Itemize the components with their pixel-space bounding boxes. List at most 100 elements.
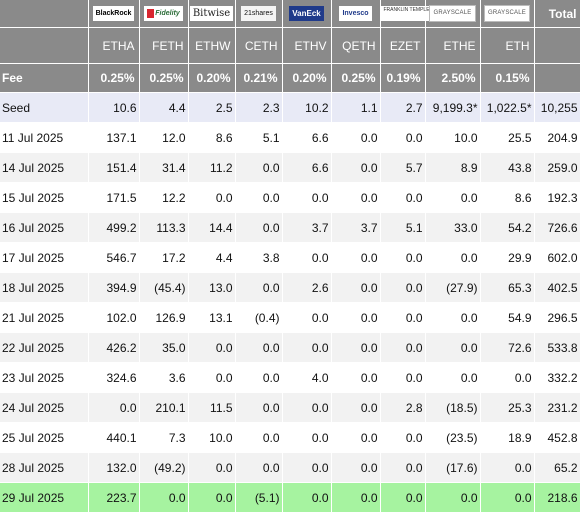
flow-cell: 0.0	[380, 182, 426, 213]
flow-cell: 0.0	[380, 302, 426, 333]
flow-cell: 1.1	[331, 92, 381, 123]
flow-cell: 5.1	[235, 122, 283, 153]
flow-cell: 14.4	[188, 212, 236, 243]
flow-cell: 13.0	[188, 272, 236, 303]
flow-cell: 0.0	[380, 422, 426, 453]
row-date-label: 23 Jul 2025	[0, 362, 89, 393]
row-date-label: 15 Jul 2025	[0, 182, 89, 213]
flow-cell: 8.6	[480, 182, 535, 213]
flow-cell: 8.6	[188, 122, 236, 153]
flow-cell: 0.0	[425, 362, 481, 393]
flow-cell: 0.0	[282, 422, 332, 453]
flow-cell: 11.5	[188, 392, 236, 423]
flow-cell: 440.1	[88, 422, 140, 453]
table-row: 23 Jul 2025 324.6 3.6 0.0 0.0 4.0 0.0 0.0 0.0 0.0…	[0, 362, 581, 393]
flow-cell: 43.8	[480, 152, 535, 183]
flow-cell: 10.2	[282, 92, 332, 123]
row-total: 259.0	[534, 152, 581, 183]
flow-cell: (49.2)	[139, 452, 189, 483]
flow-cell: 0.0	[331, 392, 381, 423]
flow-cell: 0.0	[282, 482, 332, 513]
ticker-header: ETHV	[282, 27, 332, 64]
fee-value: 0.20%	[282, 63, 332, 93]
flow-cell: 546.7	[88, 242, 140, 273]
flow-cell: 11.2	[188, 152, 236, 183]
flow-rows: Seed 10.6 4.4 2.5 2.3 10.2 1.1 2.7 9,199.3* 1,022…	[0, 92, 581, 513]
table-row: 24 Jul 2025 0.0 210.1 11.5 0.0 0.0 0.0 2.8 (18.5…	[0, 392, 581, 423]
flow-cell: 9,199.3*	[425, 92, 481, 123]
flow-cell: 223.7	[88, 482, 140, 513]
flow-cell: 0.0	[282, 332, 332, 363]
ticker-header: EZET	[380, 27, 426, 64]
flow-cell: 0.0	[235, 362, 283, 393]
row-total: 65.2	[534, 452, 581, 483]
flow-cell: 0.0	[235, 212, 283, 243]
flow-cell: 102.0	[88, 302, 140, 333]
flow-cell: 0.0	[282, 392, 332, 423]
table-row: 25 Jul 2025 440.1 7.3 10.0 0.0 0.0 0.0 0.0 (23.5…	[0, 422, 581, 453]
flow-cell: 12.0	[139, 122, 189, 153]
fee-value: 0.25%	[331, 63, 381, 93]
flow-cell: 5.1	[380, 212, 426, 243]
flow-cell: 3.8	[235, 242, 283, 273]
row-date-label: 17 Jul 2025	[0, 242, 89, 273]
flow-cell: 7.3	[139, 422, 189, 453]
flow-cell: 0.0	[425, 302, 481, 333]
flow-cell: 0.0	[480, 482, 535, 513]
flow-cell: 8.9	[425, 152, 481, 183]
row-total: 332.2	[534, 362, 581, 393]
table-row: 18 Jul 2025 394.9 (45.4) 13.0 0.0 2.6 0.0 0.0 (2…	[0, 272, 581, 303]
flow-cell: 0.0	[425, 332, 481, 363]
row-date-label: 25 Jul 2025	[0, 422, 89, 453]
flow-cell: 0.0	[331, 272, 381, 303]
row-total: 452.8	[534, 422, 581, 453]
table-row: 22 Jul 2025 426.2 35.0 0.0 0.0 0.0 0.0 0.0 0.0 72…	[0, 332, 581, 363]
table-row: 17 Jul 2025 546.7 17.2 4.4 3.8 0.0 0.0 0.0 0.0 29…	[0, 242, 581, 273]
flow-cell: 54.2	[480, 212, 535, 243]
flow-cell: 0.0	[380, 362, 426, 393]
flow-cell: 0.0	[282, 182, 332, 213]
flow-cell: 65.3	[480, 272, 535, 303]
flow-cell: 18.9	[480, 422, 535, 453]
flow-cell: (23.5)	[425, 422, 481, 453]
flow-cell: 0.0	[282, 452, 332, 483]
ticker-header: ETH	[480, 27, 535, 64]
fee-label: Fee	[0, 63, 89, 93]
flow-cell: 113.3	[139, 212, 189, 243]
flow-cell: 0.0	[380, 272, 426, 303]
row-date-label: 24 Jul 2025	[0, 392, 89, 423]
flow-cell: 35.0	[139, 332, 189, 363]
row-total: 204.9	[534, 122, 581, 153]
flow-cell: 0.0	[380, 242, 426, 273]
flow-cell: 3.7	[331, 212, 381, 243]
flow-cell: (18.5)	[425, 392, 481, 423]
fee-value: 0.25%	[139, 63, 189, 93]
flow-cell: 4.4	[139, 92, 189, 123]
flow-cell: 0.0	[425, 242, 481, 273]
row-date-label: 22 Jul 2025	[0, 332, 89, 363]
flow-cell: 10.6	[88, 92, 140, 123]
flow-cell: 25.5	[480, 122, 535, 153]
row-total: 296.5	[534, 302, 581, 333]
row-date-label: 21 Jul 2025	[0, 302, 89, 333]
flow-cell: 0.0	[380, 452, 426, 483]
row-total: 10,255	[534, 92, 581, 123]
flow-cell: 0.0	[380, 482, 426, 513]
flow-cell: 132.0	[88, 452, 140, 483]
table-row: 21 Jul 2025 102.0 126.9 13.1 (0.4) 0.0 0.0 0.0 0…	[0, 302, 581, 333]
flow-cell: 10.0	[425, 122, 481, 153]
flow-cell: 0.0	[331, 122, 381, 153]
flow-cell: (27.9)	[425, 272, 481, 303]
flow-cell: 0.0	[235, 332, 283, 363]
flow-cell: 171.5	[88, 182, 140, 213]
flow-cell: 4.4	[188, 242, 236, 273]
flow-cell: 2.3	[235, 92, 283, 123]
flow-cell: 0.0	[331, 332, 381, 363]
flow-cell: 0.0	[235, 422, 283, 453]
flow-cell: 0.0	[331, 182, 381, 213]
flow-cell: 33.0	[425, 212, 481, 243]
bitwise-logo-icon: Bitwise	[189, 6, 234, 22]
row-total: 726.6	[534, 212, 581, 243]
flow-cell: 0.0	[188, 182, 236, 213]
flow-cell: 499.2	[88, 212, 140, 243]
